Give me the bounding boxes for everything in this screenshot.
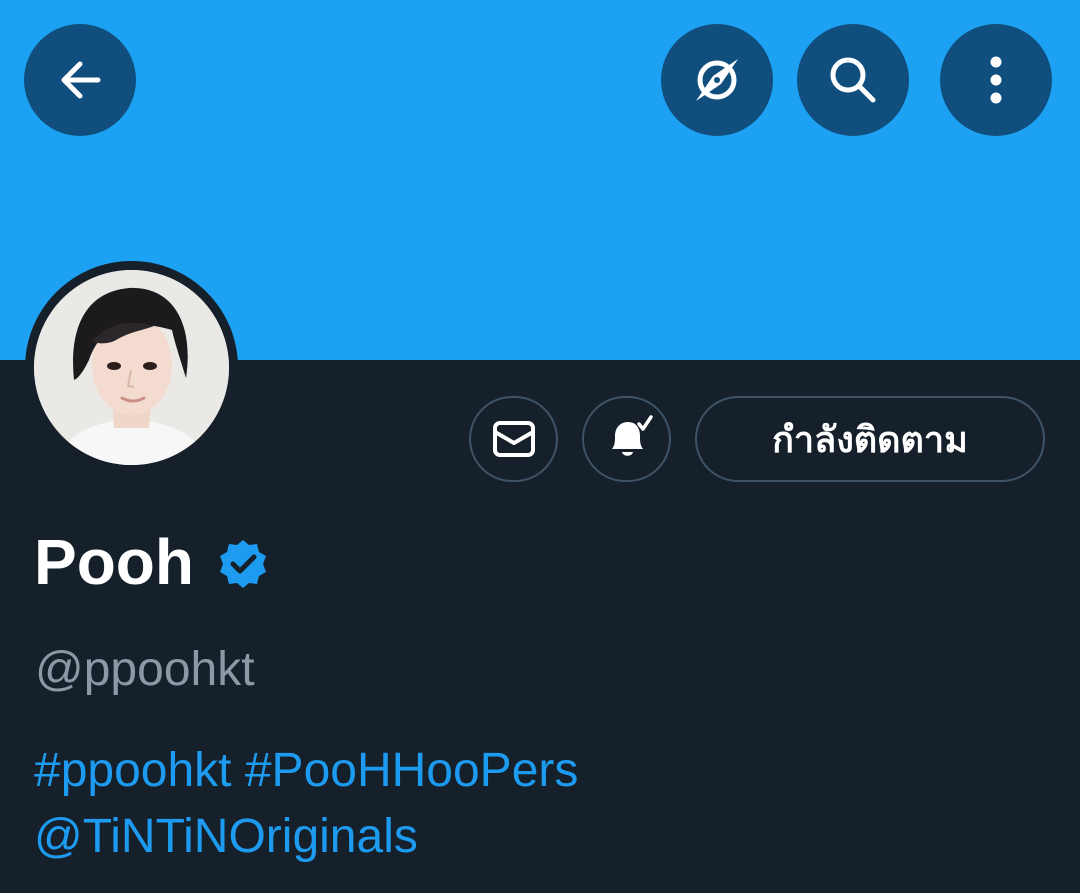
bio-line-2: @TiNTiNOriginals (34, 804, 578, 870)
avatar (34, 270, 229, 465)
more-options-button[interactable] (940, 24, 1052, 136)
message-button[interactable] (469, 396, 558, 482)
mention-link[interactable]: @TiNTiNOriginals (34, 810, 418, 863)
bio-line-1: #ppoohkt #PooHHooPers (34, 738, 578, 804)
mail-icon (492, 421, 535, 457)
bell-check-icon (611, 415, 653, 456)
compass-icon (696, 59, 738, 101)
hashtag-link[interactable]: #PooHHooPers (245, 744, 579, 797)
explore-button[interactable] (661, 24, 773, 136)
profile-bio: #ppoohkt #PooHHooPers @TiNTiNOriginals (34, 738, 578, 870)
hashtag-link[interactable]: #ppoohkt (34, 744, 232, 797)
top-bar (0, 0, 1080, 140)
notifications-button[interactable] (582, 396, 671, 482)
display-name: Pooh (34, 526, 194, 598)
back-button[interactable] (24, 24, 136, 136)
following-button[interactable]: กำลังติดตาม (695, 396, 1045, 482)
arrow-left-icon (61, 61, 101, 99)
avatar-frame[interactable] (25, 261, 238, 474)
search-icon (830, 57, 876, 103)
search-button[interactable] (797, 24, 909, 136)
verified-badge-icon[interactable] (216, 537, 270, 591)
display-name-row: Pooh (34, 520, 270, 604)
more-vertical-icon (990, 56, 1002, 104)
profile-handle: @ppoohkt (35, 643, 255, 696)
